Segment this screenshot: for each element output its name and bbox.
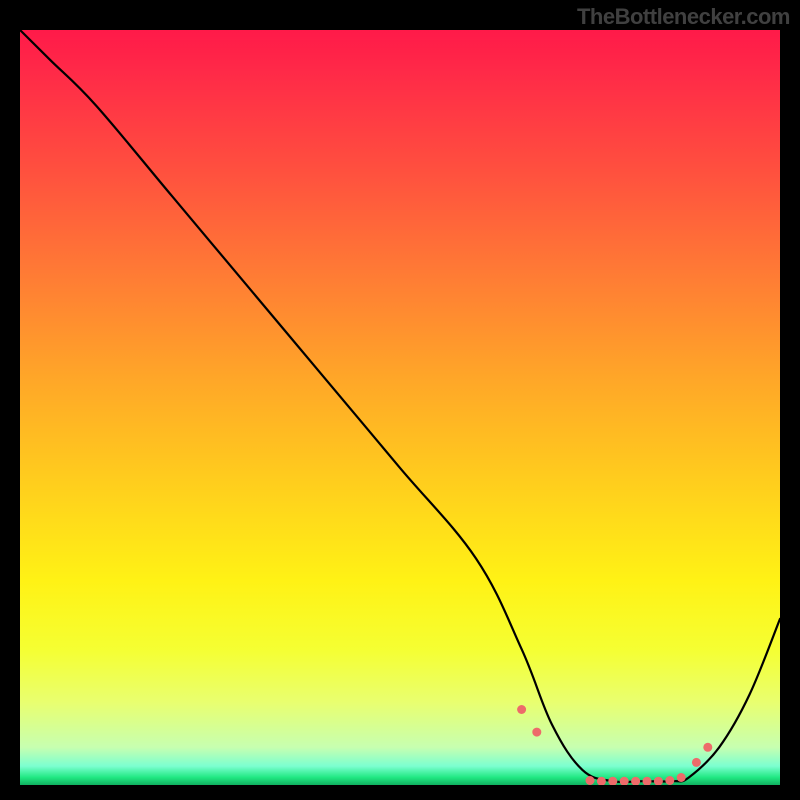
curve-marker — [677, 773, 686, 782]
curve-marker — [643, 777, 652, 785]
curve-marker — [517, 705, 526, 714]
curve-marker — [608, 777, 617, 785]
plot-area — [20, 30, 780, 785]
curve-marker — [532, 728, 541, 737]
curve-markers — [517, 705, 712, 785]
bottleneck-curve — [20, 30, 780, 782]
curve-marker — [692, 758, 701, 767]
curve-marker — [654, 777, 663, 785]
curve-marker — [586, 776, 595, 785]
chart-container: TheBottlenecker.com — [0, 0, 800, 800]
curve-marker — [631, 777, 640, 785]
curve-marker — [665, 776, 674, 785]
attribution-text: TheBottlenecker.com — [577, 4, 790, 30]
curve-marker — [703, 743, 712, 752]
curve-marker — [620, 777, 629, 785]
chart-svg — [20, 30, 780, 785]
